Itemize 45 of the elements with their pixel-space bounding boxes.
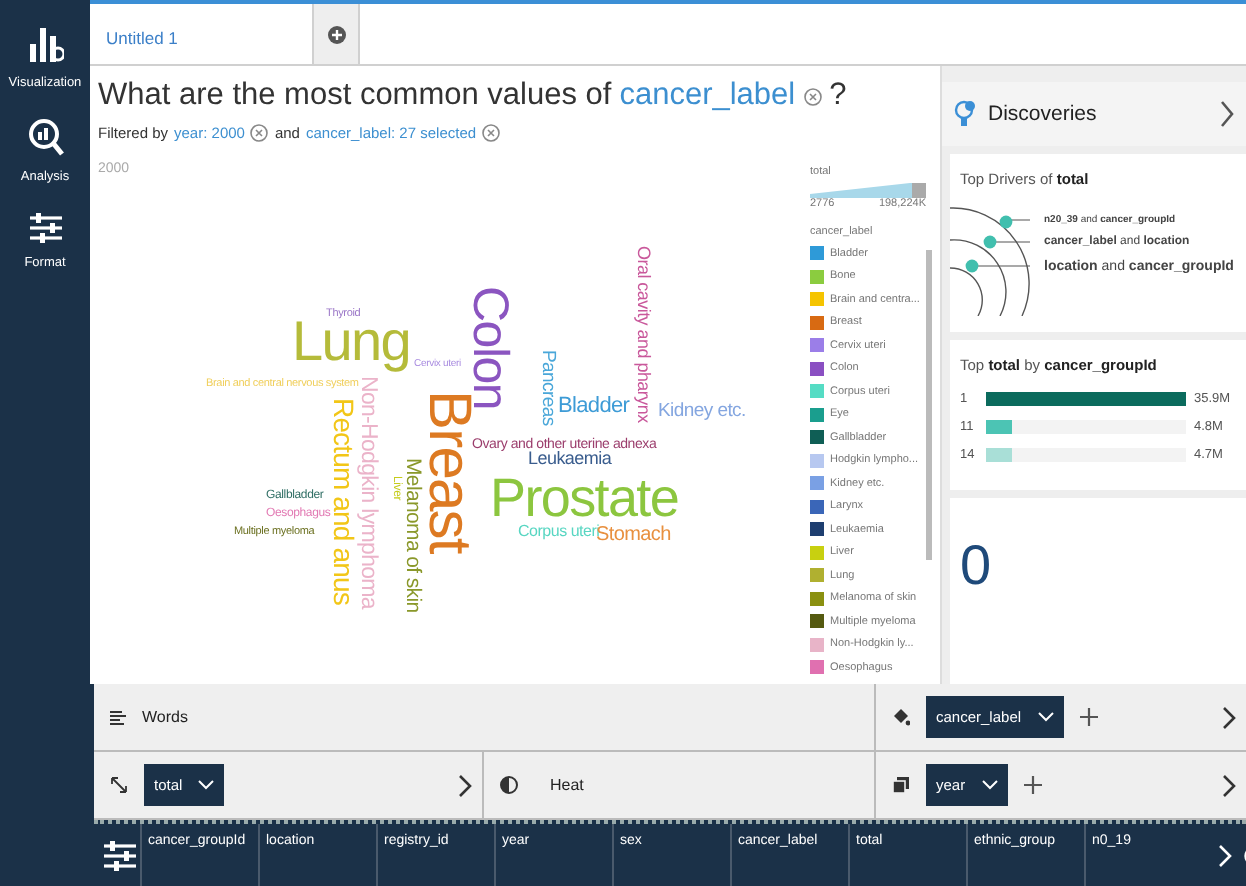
cloud-word: Rectum and anus [332, 398, 355, 605]
shelf-label: Heat [550, 776, 584, 794]
paint-bucket-icon [892, 708, 910, 726]
cloud-word: Melanoma of skin [404, 458, 421, 613]
plus-circle-icon [327, 25, 345, 43]
question-text: What are the most common values of [98, 78, 612, 114]
remove-icon[interactable] [250, 124, 269, 142]
cloud-word: Pancreas [540, 350, 556, 426]
cloud-word: Breast [424, 390, 472, 553]
chevron-right-icon[interactable] [1220, 100, 1234, 128]
cloud-word: Colon [470, 286, 510, 410]
cloud-word: Kidney etc. [658, 404, 746, 421]
panel-title: Discoveries [988, 102, 1099, 126]
text-lines-icon [110, 709, 126, 725]
question-mark: ? [829, 78, 847, 114]
chevron-right-icon[interactable] [1222, 773, 1236, 797]
resize-icon [110, 776, 128, 794]
lightbulb-icon [954, 100, 976, 128]
cloud-word: Prostate [490, 476, 679, 522]
cloud-word: Corpus uteri [518, 526, 600, 540]
chevron-down-icon [1037, 712, 1054, 722]
remove-icon[interactable] [803, 87, 822, 105]
add-tab-button[interactable] [314, 4, 360, 64]
cloud-word: Leukaemia [528, 452, 612, 468]
remove-icon[interactable] [482, 124, 501, 142]
stacked-squares-icon [892, 776, 910, 794]
contrast-icon [500, 776, 518, 794]
plus-icon[interactable] [1079, 708, 1098, 726]
size-scale-wedge [810, 182, 926, 198]
count-value: 0 [960, 532, 994, 598]
cloud-word: Stomach [596, 528, 671, 545]
shelf-label: Words [142, 708, 188, 726]
magnifier-icon [27, 118, 63, 158]
cloud-word: Bladder [558, 398, 630, 417]
chevron-right-icon[interactable] [458, 773, 472, 797]
plus-icon[interactable] [1023, 776, 1042, 794]
chevron-down-icon [981, 780, 998, 790]
sliders-icon [102, 839, 138, 871]
scrollbar-thumb[interactable] [926, 250, 932, 560]
sliders-icon [27, 212, 63, 244]
chevron-right-icon[interactable] [1222, 705, 1236, 729]
bar-chart-icon [27, 24, 63, 64]
chevron-down-icon [198, 780, 215, 790]
cloud-word: Non-Hodgkin lymphoma [358, 376, 377, 609]
cloud-word: Oral cavity and pharynx [636, 246, 651, 423]
